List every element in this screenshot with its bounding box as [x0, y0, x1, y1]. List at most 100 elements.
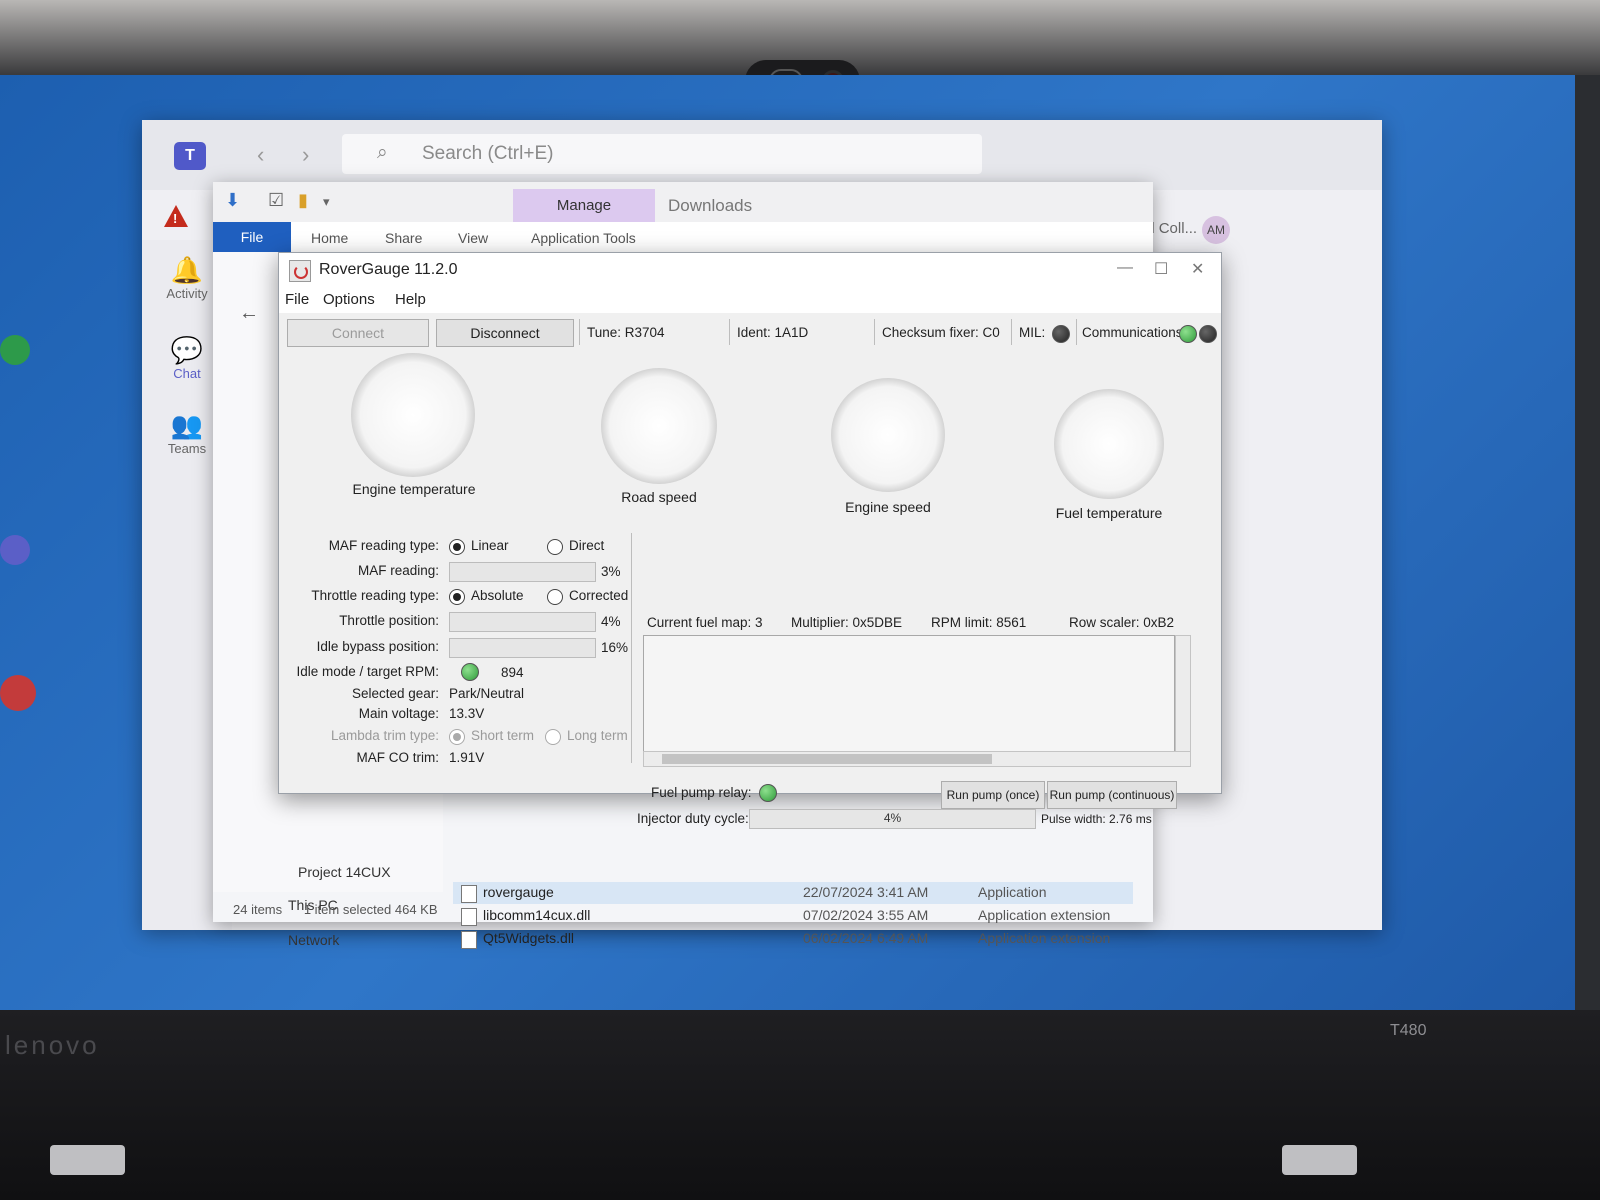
voltage-value: 13.3V — [449, 706, 485, 721]
gauge-label: Engine speed — [845, 499, 931, 515]
throttle-position-label: Throttle position: — [339, 613, 439, 628]
menu-help[interactable]: Help — [395, 291, 426, 308]
desktop-icon-3[interactable] — [0, 675, 36, 715]
throttle-type-label: Throttle reading type: — [311, 588, 439, 603]
laptop-bezel-bottom — [0, 1010, 1600, 1200]
status-selection: 1 item selected 464 KB — [303, 902, 438, 917]
fuel-map-vertical-scrollbar[interactable] — [1175, 635, 1191, 752]
list-item[interactable]: rovergauge 22/07/2024 3:41 AM Applicatio… — [453, 882, 1133, 904]
tab-share[interactable]: Share — [385, 230, 422, 246]
forward-arrow-icon[interactable]: › — [302, 142, 309, 168]
run-pump-once-button[interactable]: Run pump (once) — [941, 781, 1045, 809]
comms-tx-indicator — [1199, 325, 1217, 343]
hinge-right — [1282, 1145, 1357, 1175]
current-fuel-map: Current fuel map: 3 — [647, 615, 763, 630]
menu-bar: File Options Help — [279, 287, 1221, 313]
fuel-map-horizontal-scrollbar[interactable] — [643, 751, 1191, 767]
multiplier: Multiplier: 0x5DBE — [791, 615, 903, 630]
road-speed-gauge — [601, 368, 717, 484]
customize-qat-icon[interactable]: ▾ — [323, 194, 330, 210]
dll-file-icon — [461, 908, 477, 926]
window-title: Downloads — [668, 196, 753, 215]
folder-icon[interactable]: ▮ — [298, 190, 308, 211]
avatar[interactable]: AM — [1202, 216, 1230, 244]
properties-icon[interactable]: ☑ — [268, 190, 284, 211]
maf-reading-bar — [449, 562, 596, 582]
lambda-short-label: Short term — [471, 728, 535, 743]
nav-item-network[interactable]: Network — [288, 932, 339, 948]
idle-bypass-value: 16% — [601, 640, 629, 655]
teams-logo-icon: T — [174, 142, 206, 170]
idle-mode-indicator — [461, 663, 479, 681]
desktop-icon-2[interactable] — [0, 535, 30, 569]
list-item[interactable]: Qt5Widgets.dll 06/02/2024 6:49 AM Applic… — [453, 928, 1133, 950]
disconnect-button[interactable]: Disconnect — [436, 319, 574, 347]
tab-application-tools[interactable]: Application Tools — [531, 230, 636, 246]
rovergauge-app-icon — [289, 260, 311, 282]
throttle-corrected-radio[interactable] — [547, 589, 563, 605]
maf-type-label: MAF reading type: — [328, 538, 439, 553]
laptop-brand: lenovo — [5, 1030, 100, 1060]
row-scaler: Row scaler: 0xB2 — [1069, 615, 1175, 630]
idle-bypass-label: Idle bypass position: — [316, 639, 439, 654]
tab-home[interactable]: Home — [311, 230, 348, 246]
lambda-short-radio[interactable] — [449, 729, 465, 745]
gauge-label: Engine temperature — [352, 481, 476, 497]
gauge-label: Road speed — [621, 489, 697, 505]
idle-bypass-bar — [449, 638, 596, 658]
gear-value: Park/Neutral — [449, 686, 525, 701]
maf-reading-label: MAF reading: — [357, 563, 439, 578]
app-file-icon — [461, 885, 477, 903]
idle-rpm-value: 894 — [501, 665, 524, 680]
engine-temperature-gauge — [351, 353, 475, 477]
throttle-absolute-label: Absolute — [471, 588, 524, 603]
gauge-label: Fuel temperature — [1055, 505, 1163, 521]
maximize-icon[interactable]: ☐ — [1154, 259, 1168, 279]
lambda-long-radio[interactable] — [545, 729, 561, 745]
status-bar: 24 items 1 item selected 464 KB — [233, 902, 438, 917]
laptop-model: T480 — [1390, 1022, 1427, 1039]
desktop-screen: T ‹ › ⌕ Search (Ctrl+E) International Co… — [0, 75, 1575, 1010]
fuel-pump-relay-label: Fuel pump relay: — [651, 785, 752, 800]
search-icon: ⌕ — [377, 142, 388, 163]
teams-search-box[interactable]: ⌕ Search (Ctrl+E) — [342, 134, 982, 174]
pulse-width: Pulse width: 2.76 ms — [1041, 812, 1152, 826]
fuel-map-table[interactable] — [643, 635, 1175, 752]
maf-direct-radio[interactable] — [547, 539, 563, 555]
tune-label: Tune: R3704 — [587, 325, 665, 340]
throttle-position-bar — [449, 612, 596, 632]
rovergauge-window: RoverGauge 11.2.0 — ☐ ✕ File Options Hel… — [278, 252, 1222, 829]
back-arrow-icon[interactable]: ← — [239, 302, 259, 325]
checksum-label: Checksum fixer: C0 — [882, 325, 1000, 340]
maf-linear-radio[interactable] — [449, 539, 465, 555]
injector-duty-value: 4% — [883, 811, 902, 825]
connect-button[interactable]: Connect — [287, 319, 429, 347]
window-title: RoverGauge 11.2.0 — [319, 261, 458, 278]
status-item-count: 24 items — [233, 902, 283, 917]
desktop-icon-1[interactable] — [0, 335, 30, 369]
throttle-absolute-radio[interactable] — [449, 589, 465, 605]
menu-options[interactable]: Options — [323, 291, 375, 308]
close-icon[interactable]: ✕ — [1191, 259, 1204, 279]
voltage-label: Main voltage: — [358, 706, 439, 721]
maf-reading-value: 3% — [601, 564, 621, 579]
lambda-trim-label: Lambda trim type: — [330, 728, 439, 743]
file-tab[interactable]: File — [213, 222, 291, 252]
hinge-left — [50, 1145, 125, 1175]
idle-mode-label: Idle mode / target RPM: — [296, 664, 439, 679]
rovergauge-title-bar: RoverGauge 11.2.0 — ☐ ✕ — [279, 253, 1221, 287]
maf-linear-label: Linear — [471, 538, 509, 553]
communications-label: Communications: — [1082, 325, 1187, 340]
manage-tab[interactable]: Manage — [513, 189, 655, 223]
menu-file[interactable]: File — [285, 291, 309, 308]
tab-view[interactable]: View — [458, 230, 488, 246]
dll-file-icon — [461, 931, 477, 949]
run-pump-continuous-button[interactable]: Run pump (continuous) — [1047, 781, 1177, 809]
list-item[interactable]: libcomm14cux.dll 07/02/2024 3:55 AM Appl… — [453, 905, 1133, 927]
maf-direct-label: Direct — [569, 538, 605, 553]
nav-item-project[interactable]: Project 14CUX — [298, 864, 391, 880]
back-arrow-icon[interactable]: ‹ — [257, 142, 264, 168]
minimize-icon[interactable]: — — [1117, 259, 1133, 277]
rpm-limit: RPM limit: 8561 — [931, 615, 1027, 630]
download-arrow-icon[interactable]: ⬇ — [225, 190, 240, 211]
